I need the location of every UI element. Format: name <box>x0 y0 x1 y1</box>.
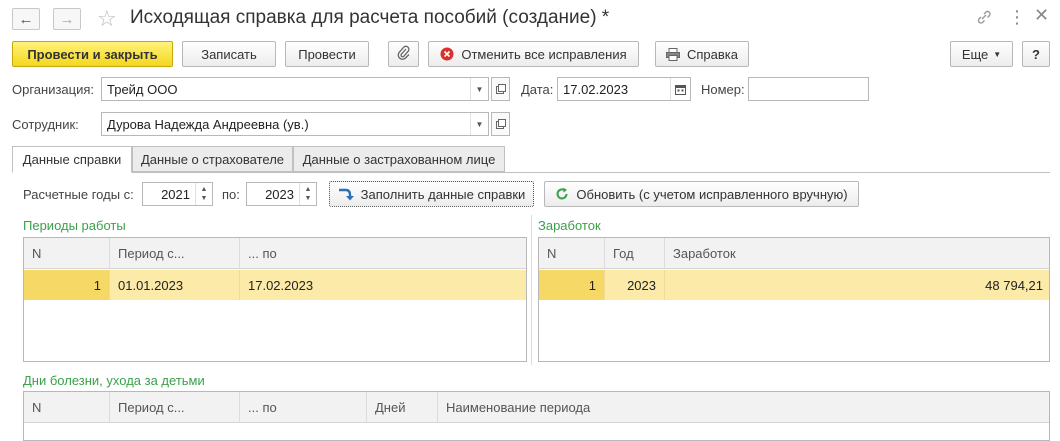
column-header[interactable]: Дней <box>367 392 438 423</box>
number-field[interactable] <box>748 77 869 101</box>
post-button[interactable]: Провести <box>285 41 369 67</box>
stepper-arrows-icon[interactable]: ▲ ▼ <box>299 183 316 205</box>
tab-divider <box>12 172 1050 173</box>
more-button[interactable]: Еще ▼ <box>950 41 1013 67</box>
more-vertical-icon[interactable]: ⋮ <box>1008 7 1026 28</box>
date-field[interactable]: 17.02.2023 <box>557 77 691 101</box>
refresh-button[interactable]: Обновить (с учетом исправленного вручную… <box>544 181 859 207</box>
tab-insured-person-data[interactable]: Данные о застрахованном лице <box>293 146 505 172</box>
cell-n[interactable]: 1 <box>539 270 605 300</box>
employee-label: Сотрудник: <box>12 117 79 132</box>
open-form-icon <box>495 117 506 132</box>
forward-button[interactable]: → <box>53 8 81 30</box>
help-label: ? <box>1032 46 1040 62</box>
refresh-label: Обновить (с учетом исправленного вручную… <box>576 186 848 202</box>
year-to-value: 2023 <box>265 187 294 202</box>
refresh-icon <box>555 187 569 201</box>
chevron-down-icon: ▼ <box>993 49 1002 59</box>
years-to-label: по: <box>222 187 240 202</box>
years-from-label: Расчетные годы с: <box>23 187 134 202</box>
year-to-stepper[interactable]: 2023 ▲ ▼ <box>246 182 317 206</box>
attach-button[interactable] <box>388 41 419 67</box>
year-from-value: 2021 <box>161 187 190 202</box>
save-label: Записать <box>201 46 257 62</box>
tab-certificate-data[interactable]: Данные справки <box>12 146 132 173</box>
organization-field[interactable]: Трейд ООО ▼ <box>101 77 489 101</box>
date-label: Дата: <box>521 82 554 97</box>
post-and-close-label: Провести и закрыть <box>27 46 158 62</box>
back-button[interactable]: ← <box>12 8 40 30</box>
fill-data-button[interactable]: Заполнить данные справки <box>329 181 534 207</box>
cancel-corrections-button[interactable]: Отменить все исправления <box>428 41 639 67</box>
printer-icon <box>666 47 680 61</box>
organization-label: Организация: <box>12 82 95 97</box>
tab-label: Данные о застрахованном лице <box>302 151 496 167</box>
earnings-table[interactable]: N Год Заработок 1 2023 48 794,21 <box>538 237 1050 362</box>
number-label: Номер: <box>701 82 745 97</box>
cancel-icon <box>440 47 454 61</box>
post-label: Провести <box>298 46 356 62</box>
fill-data-label: Заполнить данные справки <box>360 186 526 202</box>
year-from-stepper[interactable]: 2021 ▲ ▼ <box>142 182 213 206</box>
column-header[interactable]: Заработок <box>665 238 1049 269</box>
employee-field[interactable]: Дурова Надежда Андреевна (ув.) ▼ <box>101 112 489 136</box>
star-icon[interactable]: ☆ <box>97 6 117 32</box>
earnings-title: Заработок <box>538 218 601 233</box>
save-button[interactable]: Записать <box>182 41 276 67</box>
report-button[interactable]: Справка <box>655 41 749 67</box>
column-header[interactable]: Год <box>605 238 665 269</box>
fill-arrow-icon <box>338 187 354 201</box>
cell-period-from[interactable]: 01.01.2023 <box>110 270 240 300</box>
cancel-corrections-label: Отменить все исправления <box>461 46 627 62</box>
organization-open-button[interactable] <box>491 77 510 101</box>
sick-days-table[interactable]: N Период с... ... по Дней Наименование п… <box>23 391 1050 441</box>
post-and-close-button[interactable]: Провести и закрыть <box>12 41 173 67</box>
arrow-left-icon: ← <box>18 10 34 28</box>
cell-period-to[interactable]: 17.02.2023 <box>240 270 526 300</box>
panel-divider[interactable] <box>531 215 532 365</box>
close-icon[interactable]: ✕ <box>1034 5 1049 26</box>
tab-label: Данные о страхователе <box>140 151 285 167</box>
column-header[interactable]: N <box>539 238 605 269</box>
help-button[interactable]: ? <box>1022 41 1050 67</box>
open-form-icon <box>495 82 506 97</box>
column-header[interactable]: N <box>24 392 110 423</box>
chevron-down-icon[interactable]: ▼ <box>470 78 488 100</box>
report-label: Справка <box>687 46 738 62</box>
column-header[interactable]: N <box>24 238 110 269</box>
cell-amount[interactable]: 48 794,21 <box>665 270 1049 300</box>
periods-table[interactable]: N Период с... ... по 1 01.01.2023 17.02.… <box>23 237 527 362</box>
column-header[interactable]: Период с... <box>110 238 240 269</box>
calendar-icon[interactable] <box>670 78 690 100</box>
page-title: Исходящая справка для расчета пособий (с… <box>130 7 610 28</box>
column-header[interactable]: ... по <box>240 392 367 423</box>
tab-label: Данные справки <box>22 152 122 167</box>
employee-open-button[interactable] <box>491 112 510 136</box>
organization-value: Трейд ООО <box>107 81 178 97</box>
chevron-down-icon[interactable]: ▼ <box>470 113 488 135</box>
column-header[interactable]: Период с... <box>110 392 240 423</box>
link-icon[interactable] <box>976 9 992 29</box>
more-label: Еще <box>961 46 989 62</box>
arrow-right-icon: → <box>59 10 75 28</box>
paperclip-icon <box>397 45 411 64</box>
column-header[interactable]: ... по <box>240 238 526 269</box>
cell-year[interactable]: 2023 <box>605 270 665 300</box>
date-value: 17.02.2023 <box>563 81 629 97</box>
tab-insurer-data[interactable]: Данные о страхователе <box>132 146 293 172</box>
periods-title: Периоды работы <box>23 218 126 233</box>
cell-n[interactable]: 1 <box>24 270 110 300</box>
employee-value: Дурова Надежда Андреевна (ув.) <box>107 116 309 132</box>
sick-days-title: Дни болезни, ухода за детьми <box>23 373 205 388</box>
column-header[interactable]: Наименование периода <box>438 392 1049 423</box>
stepper-arrows-icon[interactable]: ▲ ▼ <box>195 183 212 205</box>
